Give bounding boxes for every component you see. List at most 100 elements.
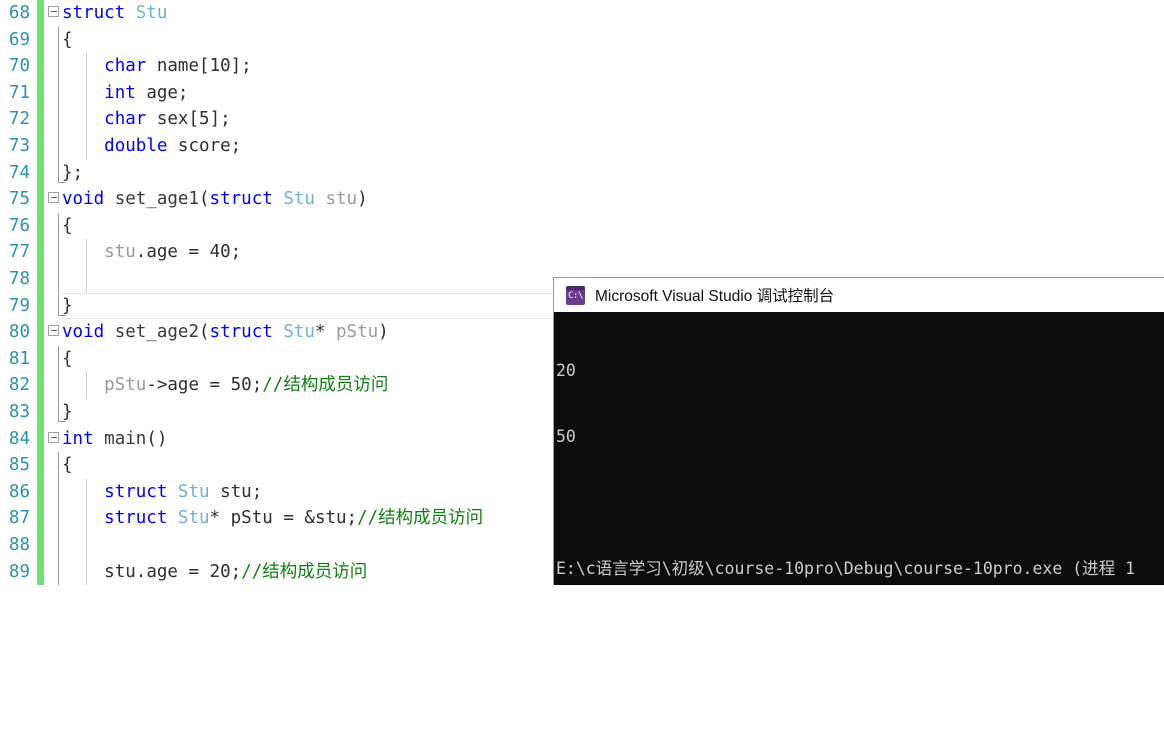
change-indicator-bar: [37, 558, 44, 586]
code-text: void set_age1(struct Stu stu): [62, 189, 368, 210]
collapse-box-icon[interactable]: [48, 431, 59, 443]
line-number: 84: [8, 428, 30, 449]
code-text: stu.age = 20;//结构成员访问: [104, 561, 368, 582]
code-text: }: [62, 295, 73, 316]
console-output[interactable]: 20 50 E:\c语言学习\初级\course-10pro\Debug\cou…: [554, 312, 1164, 585]
structure-guide: [58, 478, 59, 506]
structure-guide: [58, 532, 59, 559]
structure-guide: [58, 505, 59, 532]
change-indicator-bar: [37, 372, 44, 399]
code-text: {: [62, 455, 73, 476]
change-indicator-bar: [37, 159, 44, 187]
change-indicator-bar: [37, 292, 44, 320]
structure-guide: [58, 212, 59, 240]
line-number: 70: [8, 56, 30, 77]
structure-guide: [58, 133, 59, 160]
structure-guide: [58, 53, 59, 80]
code-text: };: [62, 162, 84, 183]
change-indicator-bar: [37, 425, 44, 453]
code-text: char sex[5];: [104, 109, 231, 130]
change-indicator-bar: [37, 266, 44, 293]
code-line[interactable]: 72 char sex[5];: [0, 106, 1164, 133]
line-number: 87: [8, 508, 30, 529]
line-number: 88: [8, 535, 30, 555]
change-indicator-bar: [37, 319, 44, 346]
change-indicator-bar: [37, 478, 44, 506]
indent-guide: [86, 532, 87, 559]
change-indicator-bar: [37, 79, 44, 107]
code-line[interactable]: 69 {: [0, 26, 1164, 54]
change-indicator-bar: [37, 345, 44, 373]
code-text: struct Stu* pStu = &stu;//结构成员访问: [104, 508, 484, 529]
code-line[interactable]: 75 void set_age1(struct Stu stu): [0, 186, 1164, 213]
line-number: 82: [8, 375, 30, 396]
code-text: int age;: [104, 82, 189, 103]
console-output-blank: [556, 492, 1164, 514]
collapse-box-icon[interactable]: [48, 6, 59, 17]
code-text: struct Stu: [62, 3, 168, 23]
console-icon-glyph: C:\: [568, 290, 583, 301]
code-line[interactable]: 77 stu.age = 40;: [0, 239, 1164, 266]
line-number: 80: [8, 322, 30, 343]
structure-guide: [58, 452, 59, 479]
structure-guide: [58, 558, 59, 586]
console-output-line: 20: [556, 361, 576, 380]
code-text: char name[10];: [104, 56, 252, 77]
change-indicator-bar: [37, 399, 44, 426]
line-number: 68: [8, 3, 30, 23]
code-line[interactable]: 76 {: [0, 212, 1164, 240]
change-indicator-bar: [37, 452, 44, 479]
code-text: {: [62, 215, 73, 236]
line-number: 81: [8, 348, 30, 369]
code-text: pStu->age = 50;//结构成员访问: [104, 375, 389, 396]
change-indicator-bar: [37, 0, 44, 27]
structure-guide: [58, 372, 59, 399]
collapse-box-icon[interactable]: [48, 325, 59, 337]
structure-guide: [58, 106, 59, 133]
line-number: 69: [8, 29, 30, 50]
structure-guide: [58, 266, 59, 293]
change-indicator-bar: [37, 239, 44, 266]
code-line[interactable]: 68 struct Stu: [0, 0, 1164, 27]
console-title-bar[interactable]: C:\ Microsoft Visual Studio 调试控制台: [554, 278, 1164, 312]
line-number: 79: [8, 295, 30, 316]
change-indicator-bar: [37, 186, 44, 213]
indent-guide: [86, 266, 87, 293]
code-text: stu.age = 40;: [104, 242, 242, 263]
line-number: 89: [8, 561, 30, 582]
line-number: 77: [8, 242, 30, 263]
line-number: 73: [8, 136, 30, 156]
code-line[interactable]: 71 int age;: [0, 79, 1164, 107]
line-number: 86: [8, 481, 30, 502]
structure-guide: [58, 345, 59, 373]
change-indicator-bar: [37, 106, 44, 133]
structure-guide: [58, 26, 59, 54]
console-window[interactable]: C:\ Microsoft Visual Studio 调试控制台 20 50 …: [553, 277, 1164, 585]
change-indicator-bar: [37, 212, 44, 240]
code-text: {: [62, 348, 73, 369]
code-text: void set_age2(struct Stu* pStu): [62, 322, 389, 343]
code-text: double score;: [104, 136, 242, 156]
console-output-line: E:\c语言学习\初级\course-10pro\Debug\course-10…: [556, 559, 1136, 578]
line-number: 72: [8, 109, 30, 130]
line-number: 85: [8, 455, 30, 476]
line-number: 74: [8, 162, 30, 183]
line-number: 75: [8, 189, 30, 210]
collapse-box-icon[interactable]: [48, 192, 59, 204]
console-title-text: Microsoft Visual Studio 调试控制台: [595, 288, 835, 305]
code-line[interactable]: 73 double score;: [0, 133, 1164, 160]
structure-guide: [58, 79, 59, 107]
change-indicator-bar: [37, 505, 44, 532]
line-number: 83: [8, 402, 30, 422]
change-indicator-bar: [37, 53, 44, 80]
change-indicator-bar: [37, 26, 44, 54]
change-indicator-bar: [37, 532, 44, 559]
code-text: {: [62, 29, 73, 50]
structure-guide: [58, 239, 59, 266]
code-line[interactable]: 70 char name[10];: [0, 53, 1164, 80]
code-text: struct Stu stu;: [104, 481, 263, 502]
line-number: 78: [8, 269, 30, 289]
change-indicator-bar: [37, 133, 44, 160]
code-line[interactable]: 74 };: [0, 159, 1164, 187]
line-number: 71: [8, 82, 30, 103]
